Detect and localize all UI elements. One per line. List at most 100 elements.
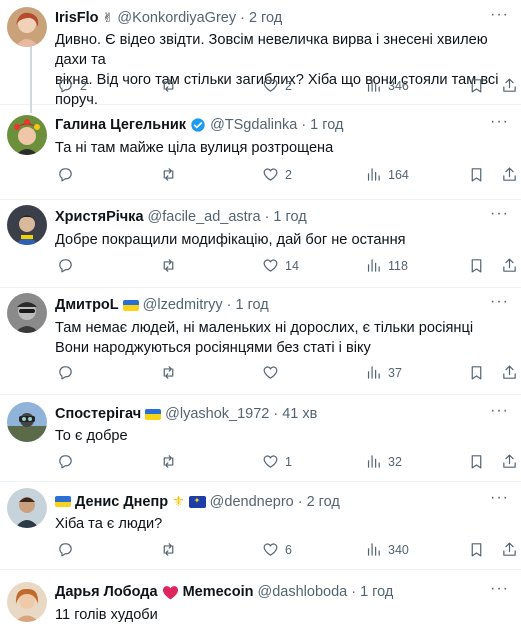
- bookmark-icon: [471, 455, 482, 469]
- handle[interactable]: @facile_ad_astra: [148, 209, 261, 225]
- like-button[interactable]: [262, 364, 285, 381]
- timestamp[interactable]: 2 год: [249, 10, 282, 26]
- reply-button[interactable]: [57, 541, 80, 558]
- retweet-button[interactable]: [160, 77, 183, 94]
- more-options-icon[interactable]: ···: [490, 6, 509, 24]
- reply-icon: [59, 79, 72, 93]
- more-options-icon[interactable]: ···: [490, 205, 509, 223]
- retweet-button[interactable]: [160, 166, 183, 183]
- views-button[interactable]: 118: [365, 257, 408, 274]
- share-button[interactable]: [501, 257, 518, 274]
- reply-button[interactable]: [57, 364, 80, 381]
- display-name[interactable]: Спостерігач: [55, 406, 141, 422]
- bookmark-button[interactable]: [468, 364, 485, 381]
- like-button[interactable]: 1: [262, 453, 292, 470]
- share-button[interactable]: [501, 77, 518, 94]
- handle[interactable]: @lyashok_1972: [165, 406, 269, 422]
- like-button[interactable]: 2: [262, 77, 292, 94]
- separator: ·: [351, 584, 357, 600]
- handle[interactable]: @dendnepro: [210, 494, 294, 510]
- timestamp[interactable]: 1 год: [360, 584, 393, 600]
- retweet-button[interactable]: [160, 257, 183, 274]
- avatar[interactable]: [7, 7, 47, 47]
- display-name[interactable]: IrisFlo: [55, 10, 99, 26]
- bookmark-button[interactable]: [468, 166, 485, 183]
- view-count: 340: [388, 542, 409, 557]
- reply-button[interactable]: [57, 166, 80, 183]
- view-count: 118: [388, 258, 408, 273]
- avatar[interactable]: [7, 488, 47, 528]
- bookmark-button[interactable]: [468, 257, 485, 274]
- heart-icon: [263, 543, 278, 556]
- avatar[interactable]: [7, 205, 47, 245]
- share-button[interactable]: [501, 541, 518, 558]
- like-button[interactable]: 14: [262, 257, 299, 274]
- reply-button[interactable]: 2: [57, 77, 87, 94]
- more-options-icon[interactable]: ···: [490, 113, 509, 131]
- bookmark-button[interactable]: [468, 453, 485, 470]
- handle[interactable]: @dashloboda: [258, 584, 348, 600]
- reply-icon: [59, 366, 72, 380]
- timestamp[interactable]: 1 год: [273, 209, 306, 225]
- like-button[interactable]: 2: [262, 166, 292, 183]
- tweet-2[interactable]: Галина Цегельник @TSgdalinka · 1 год ···…: [0, 105, 521, 200]
- display-name-suffix[interactable]: Memecoin: [183, 584, 254, 600]
- retweet-button[interactable]: [160, 453, 183, 470]
- avatar[interactable]: [7, 115, 47, 155]
- views-button[interactable]: 164: [365, 166, 409, 183]
- views-button[interactable]: 346: [365, 77, 409, 94]
- reply-button[interactable]: [57, 453, 80, 470]
- share-icon: [503, 258, 516, 272]
- bookmark-button[interactable]: [468, 77, 485, 94]
- view-count: 37: [388, 365, 402, 380]
- separator: ·: [297, 493, 303, 510]
- display-name[interactable]: Денис Днепр: [75, 494, 168, 510]
- display-name[interactable]: Дарья Лобода: [55, 584, 158, 600]
- emoji: ✌: [102, 10, 114, 25]
- like-button[interactable]: 6: [262, 541, 292, 558]
- tweet-3[interactable]: ХристяРічка @facile_ad_astra · 1 год ···…: [0, 200, 521, 288]
- more-options-icon[interactable]: ···: [490, 580, 509, 598]
- tweet-7[interactable]: Дарья Лобода Memecoin @dashloboda · 1 го…: [0, 570, 521, 628]
- retweet-button[interactable]: [160, 541, 183, 558]
- tweet-text: Дивно. Є відео звідти. Зовсім невеличка …: [55, 30, 511, 110]
- timestamp[interactable]: 2 год: [307, 494, 340, 510]
- avatar[interactable]: [7, 293, 47, 333]
- handle[interactable]: @TSgdalinka: [210, 117, 297, 133]
- share-button[interactable]: [501, 453, 518, 470]
- more-options-icon[interactable]: ···: [490, 402, 509, 420]
- display-name[interactable]: Галина Цегельник: [55, 117, 186, 133]
- share-icon: [503, 542, 516, 556]
- tweet-text: То є добре: [55, 426, 511, 446]
- more-options-icon[interactable]: ···: [490, 489, 509, 507]
- timestamp[interactable]: 41 хв: [282, 406, 317, 422]
- handle[interactable]: @lzedmitryy: [143, 297, 223, 313]
- avatar[interactable]: [7, 582, 47, 622]
- display-name[interactable]: ДмитроL: [55, 297, 119, 313]
- heart-icon: [263, 259, 278, 272]
- timestamp[interactable]: 1 год: [235, 297, 268, 313]
- tweet-6[interactable]: Денис Днепр ⚜ @dendnepro · 2 год ··· Хіб…: [0, 482, 521, 570]
- tweet-4[interactable]: ДмитроL @lzedmitryy · 1 год ··· Там нема…: [0, 288, 521, 395]
- action-bar: 14 118: [55, 257, 516, 277]
- heart-icon: [263, 168, 278, 181]
- tweet-text-line: Та ні там майже ціла вулиця розтрощена: [55, 140, 334, 156]
- views-button[interactable]: 340: [365, 541, 409, 558]
- bookmark-button[interactable]: [468, 541, 485, 558]
- views-button[interactable]: 37: [365, 364, 402, 381]
- tweet-5[interactable]: Спостерігач @lyashok_1972 · 41 хв ··· То…: [0, 395, 521, 482]
- views-button[interactable]: 32: [365, 453, 402, 470]
- handle[interactable]: @KonkordiyaGrey: [117, 10, 236, 26]
- reply-button[interactable]: [57, 257, 80, 274]
- more-options-icon[interactable]: ···: [490, 293, 509, 311]
- retweet-button[interactable]: [160, 364, 183, 381]
- display-name[interactable]: ХристяРічка: [55, 209, 144, 225]
- views-icon: [367, 79, 380, 92]
- avatar[interactable]: [7, 402, 47, 442]
- share-button[interactable]: [501, 166, 518, 183]
- tweet-1[interactable]: IrisFlo ✌ @KonkordiyaGrey · 2 год ··· Ди…: [0, 0, 521, 108]
- like-count: 6: [285, 542, 292, 557]
- timestamp[interactable]: 1 год: [310, 117, 343, 133]
- share-button[interactable]: [501, 364, 518, 381]
- tweet-text: 11 голів худоби: [55, 605, 511, 625]
